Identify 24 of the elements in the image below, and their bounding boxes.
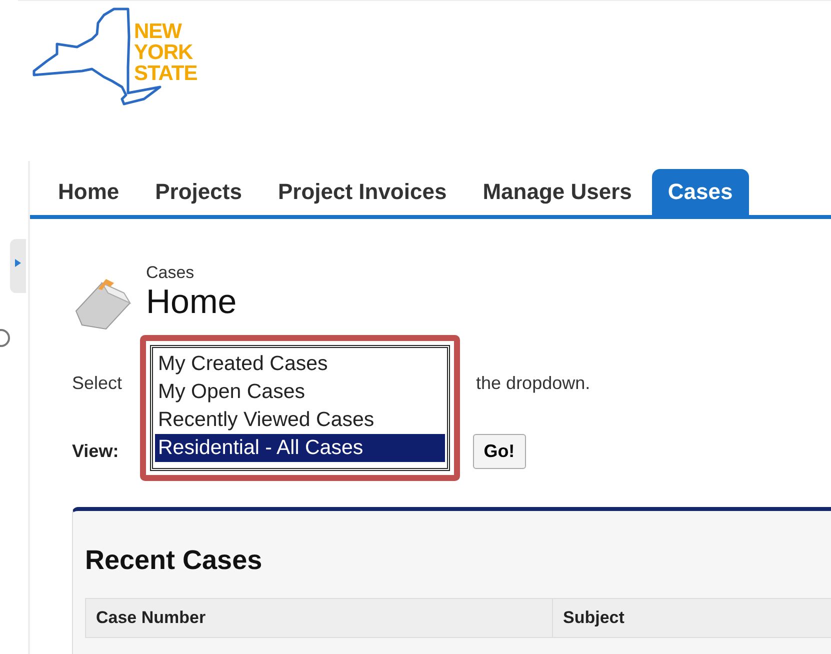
nav-tab[interactable]: Manage Users — [466, 169, 648, 215]
page-title: Home — [146, 283, 237, 321]
view-option[interactable]: Residential - All Cases — [155, 434, 445, 462]
view-option[interactable]: Recently Viewed Cases — [155, 406, 445, 434]
section-label: Cases — [146, 263, 196, 283]
logo-text: STATE — [134, 63, 198, 84]
logo-text: NEW — [134, 21, 182, 42]
sidebar-toggle[interactable] — [10, 239, 26, 293]
instruction-text: the dropdown. — [476, 373, 590, 394]
expand-icon — [15, 259, 21, 267]
panel-title: Recent Cases — [85, 545, 264, 576]
nav-tab[interactable]: Projects — [139, 169, 258, 215]
view-listbox[interactable]: My Created Cases My Open Cases Recently Viewed Cases Residential - All Cases — [150, 345, 450, 471]
instruction-text: Select — [72, 373, 122, 394]
logo-text: YORK — [134, 42, 193, 63]
column-header: Subject — [562, 607, 626, 629]
view-option[interactable]: My Created Cases — [155, 350, 445, 378]
view-option[interactable]: My Open Cases — [155, 378, 445, 406]
nav-tab[interactable]: Home — [42, 169, 136, 215]
column-header: Case Number — [86, 599, 553, 637]
nav-tab[interactable]: Cases — [652, 169, 749, 215]
nav-tab[interactable]: Project Invoices — [262, 169, 463, 215]
view-label: View: — [72, 441, 119, 462]
go-button[interactable]: Go! — [472, 434, 526, 469]
